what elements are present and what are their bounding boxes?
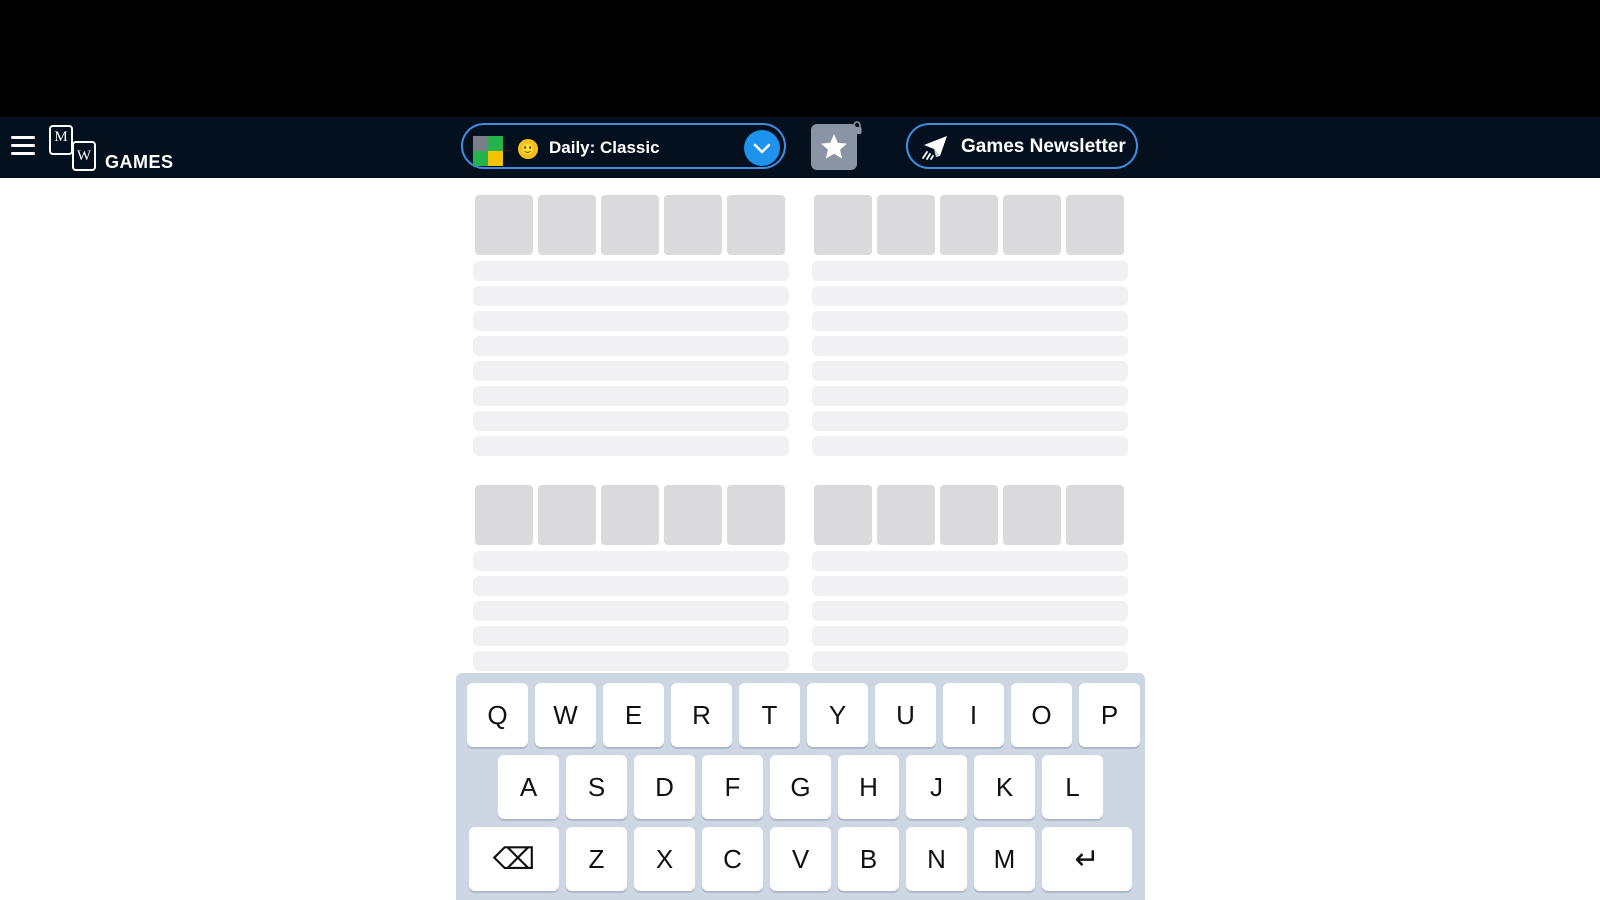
key-e[interactable]: E	[603, 683, 664, 747]
letter-tile	[727, 485, 785, 545]
guess-row-placeholder	[473, 361, 789, 381]
board-tile-row	[475, 195, 791, 255]
letter-tile	[814, 485, 872, 545]
key-w[interactable]: W	[535, 683, 596, 747]
top-navbar: M W GAMES 🙂 Daily: Classic Games Newslet…	[0, 117, 1600, 178]
key-q[interactable]: Q	[467, 683, 528, 747]
guess-row-placeholder	[473, 576, 789, 596]
letter-tile	[475, 195, 533, 255]
guess-row-placeholder	[473, 436, 789, 456]
guess-row-placeholder	[812, 551, 1128, 571]
key-h[interactable]: H	[838, 755, 899, 819]
guess-row-placeholder	[812, 311, 1128, 331]
key-r[interactable]: R	[671, 683, 732, 747]
key-t[interactable]: T	[739, 683, 800, 747]
guess-row-placeholder	[812, 626, 1128, 646]
ad-banner	[0, 0, 1600, 117]
key-f[interactable]: F	[702, 755, 763, 819]
guess-row-placeholder	[812, 361, 1128, 381]
logo-w-tile: W	[72, 141, 96, 171]
letter-tile	[1066, 195, 1124, 255]
guess-row-placeholder	[812, 386, 1128, 406]
game-mode-label: Daily: Classic	[549, 138, 660, 157]
games-newsletter-button[interactable]: Games Newsletter	[906, 123, 1138, 169]
key-m[interactable]: M	[974, 827, 1035, 891]
game-grid-icon	[473, 136, 503, 166]
logo-m-tile: M	[49, 125, 73, 155]
key-z[interactable]: Z	[566, 827, 627, 891]
letter-tile	[538, 195, 596, 255]
guess-row-placeholder	[473, 626, 789, 646]
logo-text: GAMES	[105, 152, 174, 172]
guess-row-placeholder	[473, 651, 789, 671]
guess-row-placeholder	[473, 336, 789, 356]
letter-tile	[601, 195, 659, 255]
letter-tile	[1003, 485, 1061, 545]
on-screen-keyboard: Q W E R T Y U I O P A S D F G H J K L ⌫ Z X C V B N M ↵	[456, 673, 1145, 900]
key-o[interactable]: O	[1011, 683, 1072, 747]
guess-row-placeholder	[473, 411, 789, 431]
key-n[interactable]: N	[906, 827, 967, 891]
key-g[interactable]: G	[770, 755, 831, 819]
key-y[interactable]: Y	[807, 683, 868, 747]
board-4	[812, 485, 1128, 677]
enter-key[interactable]: ↵	[1042, 827, 1132, 891]
letter-tile	[940, 485, 998, 545]
key-b[interactable]: B	[838, 827, 899, 891]
hamburger-menu-icon[interactable]	[9, 133, 37, 159]
key-p[interactable]: P	[1079, 683, 1140, 747]
smiley-icon: 🙂	[518, 139, 538, 159]
board-tile-row	[814, 195, 1130, 255]
guess-row-placeholder	[473, 311, 789, 331]
board-3	[473, 485, 789, 677]
lock-icon	[852, 121, 862, 134]
board-1	[473, 195, 789, 462]
board-tile-row	[814, 485, 1130, 545]
letter-tile	[664, 485, 722, 545]
key-v[interactable]: V	[770, 827, 831, 891]
key-i[interactable]: I	[943, 683, 1004, 747]
backspace-key[interactable]: ⌫	[469, 827, 559, 891]
key-c[interactable]: C	[702, 827, 763, 891]
key-s[interactable]: S	[566, 755, 627, 819]
letter-tile	[814, 195, 872, 255]
guess-row-placeholder	[473, 286, 789, 306]
letter-tile	[877, 195, 935, 255]
paper-plane-icon	[922, 136, 947, 160]
guess-row-placeholder	[812, 411, 1128, 431]
guess-row-placeholder	[812, 286, 1128, 306]
guess-row-placeholder	[473, 261, 789, 281]
letter-tile	[727, 195, 785, 255]
letter-tile	[940, 195, 998, 255]
letter-tile	[1003, 195, 1061, 255]
letter-tile	[475, 485, 533, 545]
letter-tile	[538, 485, 596, 545]
guess-row-placeholder	[812, 576, 1128, 596]
guess-row-placeholder	[473, 551, 789, 571]
guess-row-placeholder	[473, 386, 789, 406]
letter-tile	[664, 195, 722, 255]
key-j[interactable]: J	[906, 755, 967, 819]
letter-tile	[877, 485, 935, 545]
guess-row-placeholder	[812, 601, 1128, 621]
guess-row-placeholder	[812, 261, 1128, 281]
guess-row-placeholder	[812, 651, 1128, 671]
key-l[interactable]: L	[1042, 755, 1103, 819]
guess-row-placeholder	[473, 601, 789, 621]
guess-row-placeholder	[812, 436, 1128, 456]
mw-games-logo[interactable]: M W GAMES	[48, 125, 174, 172]
letter-tile	[1066, 485, 1124, 545]
key-k[interactable]: K	[974, 755, 1035, 819]
letter-tile	[601, 485, 659, 545]
key-a[interactable]: A	[498, 755, 559, 819]
newsletter-label: Games Newsletter	[961, 136, 1126, 157]
game-mode-dropdown[interactable]: 🙂 Daily: Classic	[461, 123, 786, 169]
key-u[interactable]: U	[875, 683, 936, 747]
board-tile-row	[475, 485, 791, 545]
chevron-down-icon[interactable]	[744, 130, 780, 166]
board-2	[812, 195, 1128, 462]
key-x[interactable]: X	[634, 827, 695, 891]
key-d[interactable]: D	[634, 755, 695, 819]
guess-row-placeholder	[812, 336, 1128, 356]
